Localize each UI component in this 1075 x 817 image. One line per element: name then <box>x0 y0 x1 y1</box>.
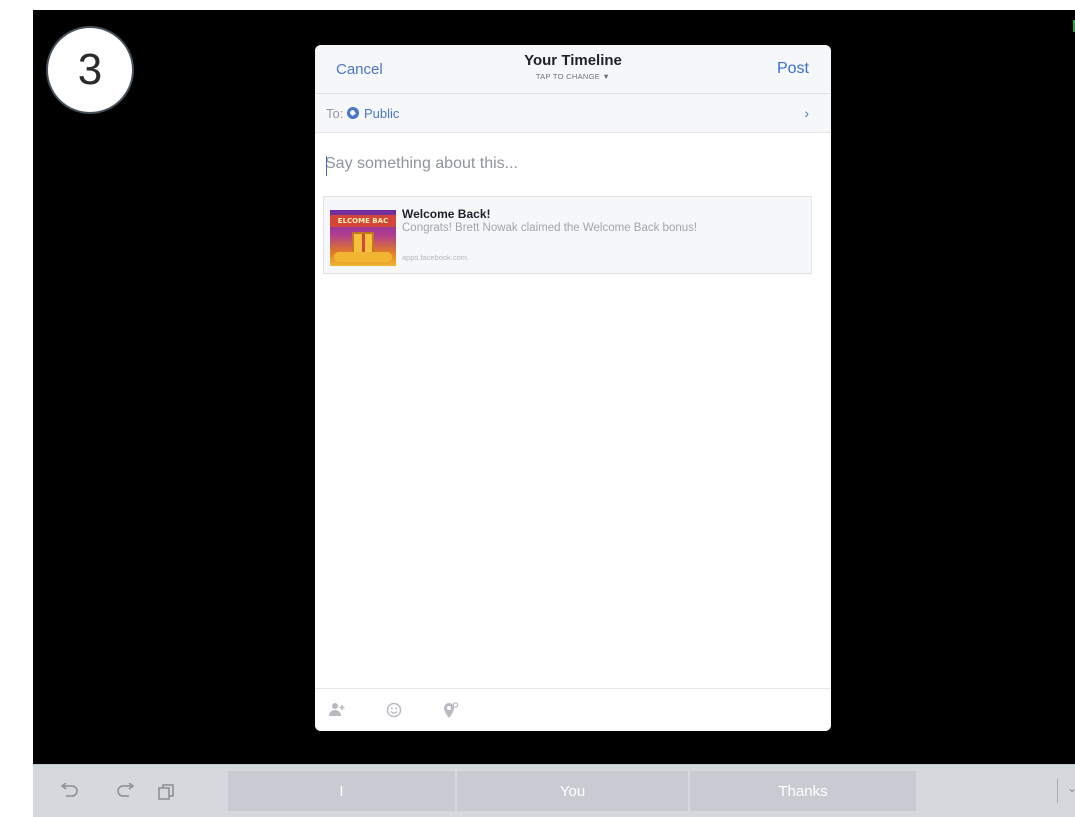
post-button[interactable]: Post <box>777 60 809 78</box>
clipboard-icon[interactable] <box>157 783 175 804</box>
composer-input[interactable] <box>325 155 805 173</box>
step-number: 3 <box>77 45 103 94</box>
undo-icon[interactable] <box>59 782 79 802</box>
audience-value: Public <box>364 106 400 121</box>
redo-icon[interactable] <box>116 782 136 802</box>
share-dialog: Cancel Your Timeline TAP TO CHANGE ▼ Pos… <box>315 45 831 731</box>
text-cursor <box>326 156 327 176</box>
location-icon[interactable] <box>443 702 459 722</box>
audience-selector[interactable]: To: Public › <box>315 94 831 133</box>
emoji-icon[interactable] <box>386 702 402 721</box>
keyboard-shortcut-bar: I You Thanks ⌄ <box>33 764 1075 817</box>
to-label: To: <box>326 106 344 121</box>
gift-box-icon <box>352 232 374 254</box>
suggestion-3[interactable]: Thanks <box>690 771 916 811</box>
dialog-footer-toolbar <box>315 688 831 731</box>
dialog-header: Cancel Your Timeline TAP TO CHANGE ▼ Pos… <box>315 45 831 94</box>
card-description: Congrats! Brett Nowak claimed the Welcom… <box>402 222 698 234</box>
keyboard-divider <box>1057 779 1058 803</box>
card-domain: apps.facebook.com <box>402 253 468 262</box>
suggestion-1[interactable]: I <box>228 771 455 811</box>
globe-icon <box>347 107 359 119</box>
card-title: Welcome Back! <box>402 207 491 221</box>
dialog-title[interactable]: Your Timeline <box>315 52 831 69</box>
step-number-badge: 3 <box>46 26 134 114</box>
suggestion-2[interactable]: You <box>457 771 688 811</box>
tap-to-change-label[interactable]: TAP TO CHANGE ▼ <box>315 72 831 81</box>
thumbnail-banner-text: ELCOME BAC <box>330 215 396 227</box>
chevron-right-icon: › <box>804 105 809 121</box>
coins-graphic <box>334 252 392 262</box>
chevron-down-icon[interactable]: ⌄ <box>1067 781 1075 795</box>
card-thumbnail: ELCOME BAC <box>330 210 396 266</box>
tag-people-icon[interactable] <box>329 702 347 720</box>
link-preview-card[interactable]: ELCOME BAC Welcome Back! Congrats! Brett… <box>323 196 812 274</box>
